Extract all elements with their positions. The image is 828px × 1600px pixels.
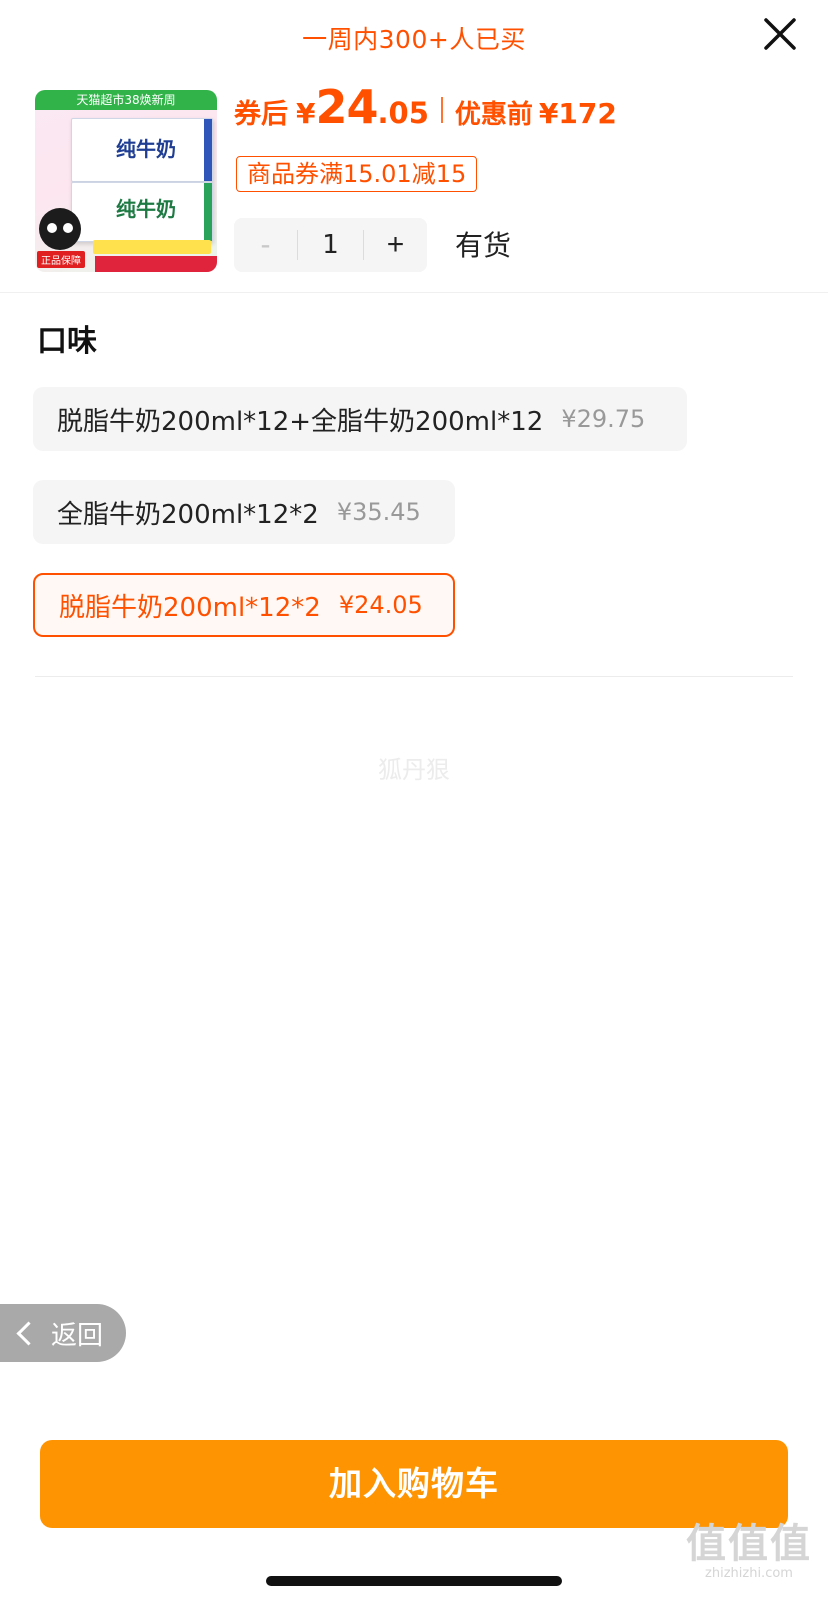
site-watermark-url: zhizhizhi.com xyxy=(705,1566,793,1581)
flavor-option-price: ¥29.75 xyxy=(561,405,646,433)
original-price-value: ¥172 xyxy=(538,97,617,130)
flavor-option-name: 脱脂牛奶200ml*12*2 xyxy=(59,592,321,623)
flavor-option-price: ¥24.05 xyxy=(338,591,423,619)
price-prefix: 券后 xyxy=(234,99,288,130)
header-divider xyxy=(0,292,828,293)
quantity-stepper: - 1 + xyxy=(234,218,427,272)
flavor-option-price: ¥35.45 xyxy=(336,498,421,526)
back-label: 返回 xyxy=(51,1320,104,1351)
site-watermark: 值值值 zhizhizhi.com xyxy=(676,1522,822,1582)
price-decimal: .05 xyxy=(377,96,429,130)
watermark-text: 狐丹狠 xyxy=(378,756,450,784)
milk-carton-graphic: 纯牛奶 xyxy=(71,182,213,242)
product-image[interactable]: 天猫超市38焕新周 纯牛奶 纯牛奶 正品保障 xyxy=(35,90,217,272)
options-divider xyxy=(35,676,793,677)
price-integer: 24 xyxy=(315,80,378,134)
flavor-option[interactable]: 脱脂牛奶200ml*12+全脂牛奶200ml*12 ¥29.75 xyxy=(33,387,687,451)
price-row: 券后 ¥ 24 .05 优惠前 ¥172 xyxy=(234,80,617,140)
milk-carton-label: 纯牛奶 xyxy=(116,137,176,161)
chevron-left-icon xyxy=(16,1320,41,1346)
decrease-quantity-button[interactable]: - xyxy=(234,218,297,272)
stock-status: 有货 xyxy=(455,229,512,262)
product-image-banner: 天猫超市38焕新周 xyxy=(35,90,217,110)
add-to-cart-button[interactable]: 加入购物车 xyxy=(40,1440,788,1528)
close-button[interactable] xyxy=(760,14,800,54)
close-icon xyxy=(764,18,796,50)
sold-count-banner: 一周内300+人已买 xyxy=(302,25,526,54)
increase-quantity-button[interactable]: + xyxy=(364,218,427,272)
back-button[interactable]: 返回 xyxy=(0,1304,126,1362)
price-currency: ¥ xyxy=(296,97,316,130)
flavor-option-name: 脱脂牛奶200ml*12+全脂牛奶200ml*12 xyxy=(57,406,544,437)
product-image-promo-strip xyxy=(93,240,211,254)
flavor-option-name: 全脂牛奶200ml*12*2 xyxy=(57,499,319,530)
product-image-footer-strip xyxy=(95,256,217,272)
flavor-option[interactable]: 全脂牛奶200ml*12*2 ¥35.45 xyxy=(33,480,455,544)
quantity-value[interactable]: 1 xyxy=(298,230,363,260)
home-indicator[interactable] xyxy=(266,1576,562,1586)
tmall-cat-icon xyxy=(39,208,81,250)
milk-carton-graphic: 纯牛奶 xyxy=(71,118,213,182)
flavor-section-title: 口味 xyxy=(37,324,97,359)
site-watermark-logo: 值值值 xyxy=(686,1521,812,1567)
authentic-badge: 正品保障 xyxy=(37,251,85,268)
original-price-label: 优惠前 xyxy=(454,100,533,130)
coupon-tag: 商品券满15.01减15 xyxy=(236,156,478,192)
flavor-option-selected[interactable]: 脱脂牛奶200ml*12*2 ¥24.05 xyxy=(33,573,455,637)
price-separator xyxy=(440,97,443,123)
milk-carton-label: 纯牛奶 xyxy=(116,197,176,221)
